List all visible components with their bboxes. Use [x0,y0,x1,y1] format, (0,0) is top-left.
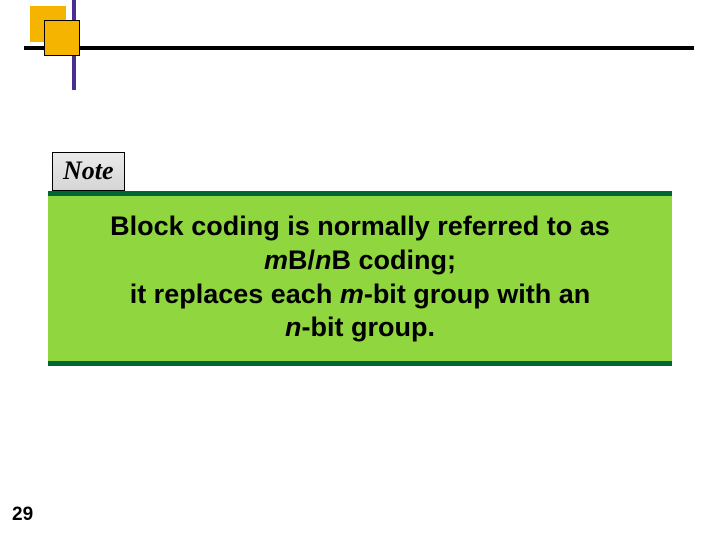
callout-line2-mid2: B coding; [332,245,456,275]
header-square-front [44,20,80,56]
callout-line1: Block coding is normally referred to as [110,211,610,241]
callout-line3-pre: it replaces each [130,279,340,309]
note-label: Note [52,152,125,191]
callout-line2-m: m [264,245,288,275]
page-number: 29 [12,504,33,526]
callout-panel: Block coding is normally referred to as … [48,191,672,366]
callout-line2-n: n [315,245,332,275]
callout-line3-post: -bit group with an [364,279,590,309]
slide: Note Block coding is normally referred t… [0,0,720,540]
callout-line3-m: m [340,279,364,309]
callout-line2-mid1: B/ [288,245,315,275]
header-horizontal-line [24,46,694,50]
callout-line4-n: n [285,312,302,342]
callout-line4-post: -bit group. [302,312,435,342]
callout-text: Block coding is normally referred to as … [56,210,664,345]
